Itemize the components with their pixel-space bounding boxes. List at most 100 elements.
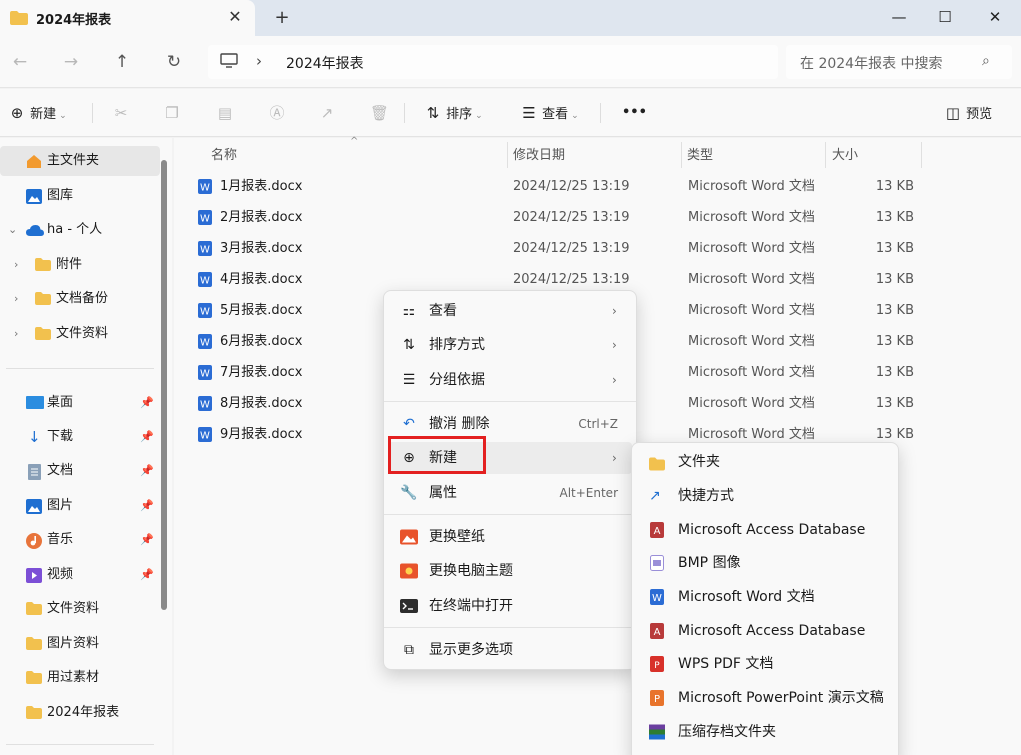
- column-divider[interactable]: [507, 142, 508, 168]
- shortcut-arrow-icon: ↗: [649, 488, 661, 504]
- file-row[interactable]: W 3月报表.docx 2024/12/25 13:19 Microsoft W…: [194, 233, 954, 264]
- sidebar-item-music[interactable]: 音乐 📌: [0, 525, 160, 555]
- word-doc-icon: W: [198, 365, 212, 380]
- up-button[interactable]: ↑: [108, 48, 136, 76]
- column-header-name[interactable]: 名称: [211, 144, 237, 163]
- new-button[interactable]: ⊕ 新建 ⌄: [8, 101, 67, 125]
- desktop-icon: [26, 396, 44, 409]
- pin-icon[interactable]: 📌: [140, 560, 154, 590]
- sidebar-item-home[interactable]: 主文件夹: [0, 146, 160, 176]
- pin-icon[interactable]: 📌: [140, 422, 154, 452]
- sidebar-item-2024-reports[interactable]: 2024年报表: [0, 698, 160, 728]
- file-name: 7月报表.docx: [220, 365, 303, 380]
- context-menu: ⚏ 查看 › ⇅ 排序方式 › ☰ 分组依据 › ↶ 撤消 删除 Ctrl+Z …: [383, 290, 637, 670]
- file-name: 1月报表.docx: [220, 179, 303, 194]
- minimize-button[interactable]: —: [876, 0, 922, 34]
- column-header-size[interactable]: 大小: [832, 144, 858, 163]
- word-doc-icon: W: [198, 427, 212, 442]
- submenu-item-zip[interactable]: 压缩存档文件夹: [636, 715, 894, 749]
- preview-pane-button[interactable]: ◫ 预览: [944, 101, 992, 125]
- forward-button[interactable]: →: [57, 48, 85, 76]
- undo-icon: ↶: [403, 416, 415, 432]
- column-divider[interactable]: [825, 142, 826, 168]
- menu-item-properties[interactable]: 🔧 属性 Alt+Enter: [388, 477, 632, 509]
- tab-close-icon[interactable]: ✕: [225, 6, 245, 28]
- refresh-button[interactable]: ↻: [160, 48, 188, 76]
- column-header-type[interactable]: 类型: [687, 144, 713, 163]
- copy-button[interactable]: ❐: [163, 101, 181, 125]
- sidebar-item-doc-backup[interactable]: › 文档备份: [0, 284, 160, 314]
- column-divider[interactable]: [681, 142, 682, 168]
- menu-divider: [384, 401, 636, 402]
- menu-item-sort-by[interactable]: ⇅ 排序方式 ›: [388, 329, 632, 361]
- file-type: Microsoft Word 文档: [688, 303, 815, 318]
- chevron-down-icon: ⌄: [8, 223, 18, 236]
- menu-item-change-theme[interactable]: 更换电脑主题: [388, 555, 632, 587]
- cut-button[interactable]: ✂: [112, 101, 130, 125]
- file-row[interactable]: W 1月报表.docx 2024/12/25 13:19 Microsoft W…: [194, 171, 954, 202]
- file-size: 13 KB: [875, 334, 914, 349]
- menu-item-view[interactable]: ⚏ 查看 ›: [388, 295, 632, 327]
- shortcut-text: Alt+Enter: [559, 486, 618, 500]
- menu-item-group-by[interactable]: ☰ 分组依据 ›: [388, 364, 632, 396]
- tab-2024-reports[interactable]: 2024年报表 ✕: [0, 0, 255, 36]
- pin-icon[interactable]: 📌: [140, 491, 154, 521]
- sidebar-item-file-materials[interactable]: › 文件资料: [0, 319, 160, 349]
- sidebar-item-gallery[interactable]: 图库: [0, 181, 160, 211]
- menu-item-change-wallpaper[interactable]: 更换壁纸: [388, 521, 632, 553]
- submenu-item-label: BMP 图像: [678, 555, 741, 571]
- sidebar-item-desktop[interactable]: 桌面 📌: [0, 388, 160, 418]
- sidebar-item-videos[interactable]: 视频 📌: [0, 560, 160, 590]
- sidebar-item-used-assets[interactable]: 用过素材: [0, 663, 160, 693]
- sidebar-scrollbar[interactable]: [161, 160, 167, 610]
- sidebar-item-picture-materials[interactable]: 图片资料: [0, 629, 160, 659]
- pin-icon[interactable]: 📌: [140, 388, 154, 418]
- submenu-item-access-db[interactable]: A Microsoft Access Database: [636, 513, 894, 547]
- svg-text:W: W: [200, 400, 210, 411]
- file-row[interactable]: W 2月报表.docx 2024/12/25 13:19 Microsoft W…: [194, 202, 954, 233]
- submenu-item-folder[interactable]: 文件夹: [636, 445, 894, 479]
- submenu-item-powerpoint[interactable]: P Microsoft PowerPoint 演示文稿: [636, 681, 894, 715]
- menu-item-open-terminal[interactable]: 在终端中打开: [388, 590, 632, 622]
- breadcrumb-current[interactable]: 2024年报表: [286, 53, 364, 73]
- view-button[interactable]: ☰ 查看 ⌄: [520, 101, 578, 125]
- sidebar-item-onedrive[interactable]: ⌄ ha - 个人: [0, 215, 160, 245]
- word-doc-icon: W: [198, 210, 212, 225]
- submenu-item-word-doc[interactable]: W Microsoft Word 文档: [636, 580, 894, 614]
- back-button[interactable]: ←: [6, 48, 34, 76]
- sidebar-item-attachments[interactable]: › 附件: [0, 250, 160, 280]
- search-box[interactable]: 在 2024年报表 中搜索 ⌕: [786, 45, 1012, 79]
- file-type: Microsoft Word 文档: [688, 365, 815, 380]
- column-header-modified[interactable]: 修改日期: [513, 144, 565, 163]
- column-divider[interactable]: [921, 142, 922, 168]
- address-bar[interactable]: › 2024年报表: [208, 45, 778, 79]
- folder-icon: [35, 258, 51, 271]
- submenu-item-bmp[interactable]: BMP 图像: [636, 546, 894, 580]
- sort-button[interactable]: ⇅ 排序 ⌄: [424, 101, 483, 125]
- pin-icon[interactable]: 📌: [140, 525, 154, 555]
- submenu-item-wps-pdf[interactable]: P WPS PDF 文档: [636, 647, 894, 681]
- sidebar-item-pictures[interactable]: 图片 📌: [0, 491, 160, 521]
- new-tab-button[interactable]: +: [270, 6, 294, 30]
- sidebar-item-documents[interactable]: 文档 📌: [0, 456, 160, 486]
- submenu-item-access-db-2[interactable]: A Microsoft Access Database: [636, 614, 894, 648]
- word-doc-icon: W: [198, 396, 212, 411]
- toolbar-divider: [404, 103, 405, 123]
- submenu-item-shortcut[interactable]: ↗ 快捷方式: [636, 479, 894, 513]
- pin-icon[interactable]: 📌: [140, 456, 154, 486]
- more-options-button[interactable]: •••: [622, 101, 647, 125]
- file-type: Microsoft Word 文档: [688, 241, 815, 256]
- share-button[interactable]: ↗: [318, 101, 336, 125]
- chevron-right-icon: ›: [612, 304, 617, 318]
- maximize-button[interactable]: ☐: [922, 0, 968, 34]
- sidebar-item-file-materials-quick[interactable]: 文件资料: [0, 594, 160, 624]
- sidebar-item-downloads[interactable]: ↓ 下载 📌: [0, 422, 160, 452]
- word-doc-icon: W: [650, 589, 664, 605]
- menu-item-label: 更换壁纸: [429, 529, 485, 545]
- window-close-button[interactable]: ✕: [972, 0, 1018, 34]
- rename-button[interactable]: Ⓐ: [268, 101, 286, 125]
- menu-item-show-more-options[interactable]: ⧉ 显示更多选项: [388, 634, 632, 666]
- sidebar-item-label: 视频: [47, 567, 74, 582]
- paste-button[interactable]: ▤: [216, 101, 234, 125]
- delete-button[interactable]: 🗑: [370, 101, 389, 125]
